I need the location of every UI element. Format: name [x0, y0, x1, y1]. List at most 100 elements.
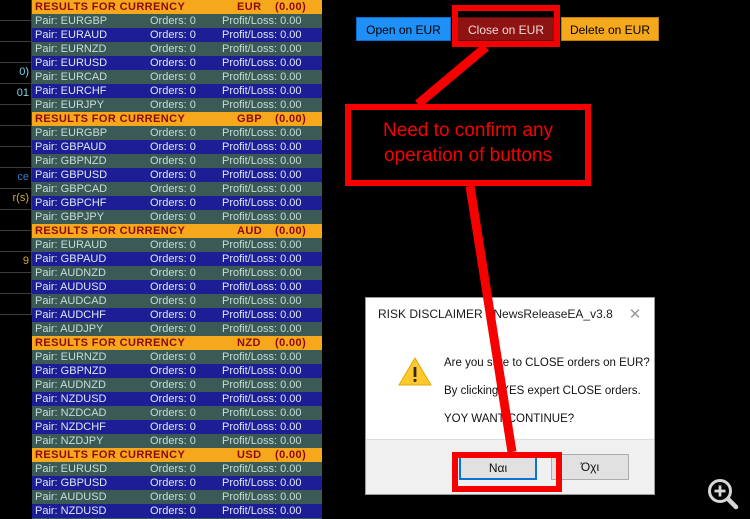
profit-loss-value: Profit/Loss: 0.00: [222, 407, 302, 419]
left-panel-text-fragment: r(s): [12, 192, 30, 204]
left-panel-grid: 0) 01 ce r(s) 9: [0, 0, 32, 315]
left-panel-row: [0, 21, 32, 42]
pair-label: Pair: AUDNZD: [35, 267, 106, 279]
profit-loss-value: Profit/Loss: 0.00: [222, 99, 302, 111]
pair-row: Pair: EURAUD Orders: 0 Profit/Loss: 0.00: [32, 28, 322, 42]
section-header-total: (0.00): [275, 449, 307, 461]
pair-row: Pair: GBPJPY Orders: 0 Profit/Loss: 0.00: [32, 210, 322, 224]
profit-loss-value: Profit/Loss: 0.00: [222, 295, 302, 307]
profit-loss-value: Profit/Loss: 0.00: [222, 281, 302, 293]
section-header-nzd: RESULTS FOR CURRENCY NZD (0.00): [32, 336, 322, 350]
orders-value: Orders: 0: [150, 239, 196, 251]
pair-label: Pair: EURNZD: [35, 351, 107, 363]
pair-label: Pair: NZDCHF: [35, 421, 106, 433]
section-header-aud: RESULTS FOR CURRENCY AUD (0.00): [32, 224, 322, 238]
pair-row: Pair: AUDUSD Orders: 0 Profit/Loss: 0.00: [32, 490, 322, 504]
pair-row: Pair: EURGBP Orders: 0 Profit/Loss: 0.00: [32, 126, 322, 140]
dialog-no-button[interactable]: Όχι: [551, 454, 629, 480]
left-panel-row: [0, 210, 32, 231]
profit-loss-value: Profit/Loss: 0.00: [222, 463, 302, 475]
pair-row: Pair: NZDUSD Orders: 0 Profit/Loss: 0.00: [32, 392, 322, 406]
orders-value: Orders: 0: [150, 477, 196, 489]
orders-value: Orders: 0: [150, 393, 196, 405]
section-header-currency: USD: [237, 449, 262, 461]
pair-label: Pair: AUDJPY: [35, 323, 104, 335]
pair-row: Pair: GBPNZD Orders: 0 Profit/Loss: 0.00: [32, 364, 322, 378]
left-panel-row: [0, 126, 32, 147]
pair-label: Pair: AUDNZD: [35, 379, 106, 391]
zoom-in-icon[interactable]: [704, 475, 742, 513]
pair-label: Pair: NZDJPY: [35, 435, 104, 447]
pair-row: Pair: GBPUSD Orders: 0 Profit/Loss: 0.00: [32, 476, 322, 490]
profit-loss-value: Profit/Loss: 0.00: [222, 15, 302, 27]
orders-value: Orders: 0: [150, 295, 196, 307]
section-header-eur: RESULTS FOR CURRENCY EUR (0.00): [32, 0, 322, 14]
profit-loss-value: Profit/Loss: 0.00: [222, 309, 302, 321]
pair-label: Pair: EURUSD: [35, 57, 108, 69]
section-header-currency: NZD: [237, 337, 261, 349]
pair-label: Pair: AUDCHF: [35, 309, 106, 321]
left-panel-row: [0, 0, 32, 21]
orders-value: Orders: 0: [150, 281, 196, 293]
profit-loss-value: Profit/Loss: 0.00: [222, 351, 302, 363]
orders-value: Orders: 0: [150, 57, 196, 69]
orders-value: Orders: 0: [150, 29, 196, 41]
profit-loss-value: Profit/Loss: 0.00: [222, 393, 302, 405]
dialog-message-line-3: YOY WANT CONTINUE?: [444, 413, 575, 425]
left-panel-row: [0, 231, 32, 252]
left-panel-row: [0, 273, 32, 294]
pair-row: Pair: EURAUD Orders: 0 Profit/Loss: 0.00: [32, 238, 322, 252]
orders-value: Orders: 0: [150, 183, 196, 195]
left-panel-text-fragment: ce: [17, 171, 29, 183]
pair-row: Pair: AUDJPY Orders: 0 Profit/Loss: 0.00: [32, 322, 322, 336]
left-panel-row: 0): [0, 63, 32, 84]
orders-value: Orders: 0: [150, 379, 196, 391]
left-panel-text-fragment: 01: [16, 87, 29, 99]
section-header-prefix: RESULTS FOR CURRENCY: [35, 113, 186, 125]
orders-value: Orders: 0: [150, 141, 196, 153]
pair-row: Pair: EURJPY Orders: 0 Profit/Loss: 0.00: [32, 98, 322, 112]
orders-value: Orders: 0: [150, 253, 196, 265]
pair-row: Pair: GBPCHF Orders: 0 Profit/Loss: 0.00: [32, 196, 322, 210]
left-panel-row: ce: [0, 168, 32, 189]
section-header-currency: GBP: [237, 113, 263, 125]
close-icon[interactable]: ✕: [624, 305, 646, 325]
pair-label: Pair: NZDUSD: [35, 505, 107, 517]
orders-value: Orders: 0: [150, 351, 196, 363]
pair-row: Pair: AUDUSD Orders: 0 Profit/Loss: 0.00: [32, 280, 322, 294]
pair-label: Pair: AUDUSD: [35, 281, 107, 293]
delete-on-eur-button[interactable]: Delete on EUR: [561, 17, 659, 41]
profit-loss-value: Profit/Loss: 0.00: [222, 197, 302, 209]
orders-value: Orders: 0: [150, 421, 196, 433]
left-panel-row: 01: [0, 84, 32, 105]
annotation-line-1: Need to confirm any: [382, 120, 554, 141]
profit-loss-value: Profit/Loss: 0.00: [222, 239, 302, 251]
pair-row: Pair: EURCAD Orders: 0 Profit/Loss: 0.00: [32, 70, 322, 84]
profit-loss-value: Profit/Loss: 0.00: [222, 365, 302, 377]
section-header-gbp: RESULTS FOR CURRENCY GBP (0.00): [32, 112, 322, 126]
open-on-eur-button[interactable]: Open on EUR: [356, 17, 451, 41]
section-header-prefix: RESULTS FOR CURRENCY: [35, 1, 186, 13]
orders-value: Orders: 0: [150, 407, 196, 419]
pair-row: Pair: NZDJPY Orders: 0 Profit/Loss: 0.00: [32, 434, 322, 448]
left-panel-row: [0, 294, 32, 315]
pair-row: Pair: GBPAUD Orders: 0 Profit/Loss: 0.00: [32, 252, 322, 266]
orders-value: Orders: 0: [150, 15, 196, 27]
annotation-callout: Need to confirm any operation of buttons: [345, 104, 591, 186]
pair-row: Pair: NZDCHF Orders: 0 Profit/Loss: 0.00: [32, 420, 322, 434]
pair-label: Pair: AUDCAD: [35, 295, 107, 307]
left-panel-row: [0, 42, 32, 63]
profit-loss-value: Profit/Loss: 0.00: [222, 505, 302, 517]
profit-loss-value: Profit/Loss: 0.00: [222, 267, 302, 279]
pair-label: Pair: GBPAUD: [35, 141, 107, 153]
orders-value: Orders: 0: [150, 155, 196, 167]
left-panel-row: [0, 147, 32, 168]
profit-loss-value: Profit/Loss: 0.00: [222, 379, 302, 391]
orders-value: Orders: 0: [150, 43, 196, 55]
pair-row: Pair: NZDCAD Orders: 0 Profit/Loss: 0.00: [32, 406, 322, 420]
profit-loss-value: Profit/Loss: 0.00: [222, 323, 302, 335]
profit-loss-value: Profit/Loss: 0.00: [222, 169, 302, 181]
orders-value: Orders: 0: [150, 267, 196, 279]
section-header-currency: EUR: [237, 1, 262, 13]
orders-value: Orders: 0: [150, 323, 196, 335]
